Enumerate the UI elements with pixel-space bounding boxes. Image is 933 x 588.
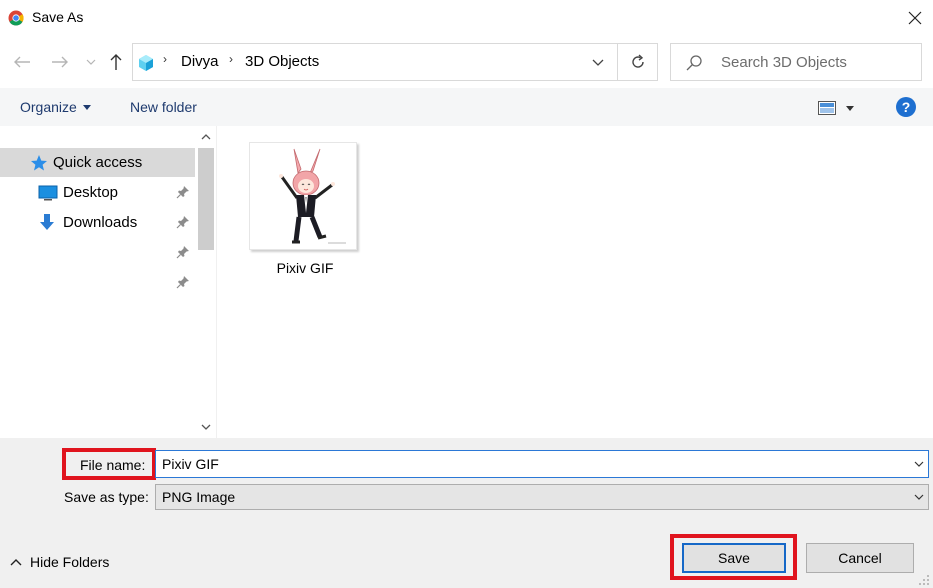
pin-icon[interactable] bbox=[176, 245, 190, 259]
save-as-type-value: PNG Image bbox=[162, 489, 236, 505]
file-name-label: File name: bbox=[80, 457, 146, 473]
address-dropdown-button[interactable] bbox=[581, 44, 615, 80]
organize-label: Organize bbox=[20, 99, 77, 115]
chevron-down-icon bbox=[914, 461, 924, 467]
sidebar-item-label: Quick access bbox=[53, 154, 143, 171]
cancel-button[interactable]: Cancel bbox=[806, 543, 914, 573]
pin-icon[interactable] bbox=[176, 215, 190, 229]
pin-icon[interactable] bbox=[176, 275, 190, 289]
chevron-up-icon bbox=[10, 558, 22, 565]
anime-character-thumbnail bbox=[279, 148, 346, 244]
close-icon bbox=[908, 11, 921, 25]
command-bar: Organize New folder ? bbox=[0, 88, 933, 126]
save-as-type-select[interactable]: PNG Image bbox=[155, 484, 929, 510]
sidebar-item-desktop[interactable]: Desktop bbox=[0, 179, 195, 207]
desktop-icon bbox=[38, 185, 58, 201]
star-icon bbox=[31, 155, 47, 171]
save-button[interactable]: Save bbox=[682, 543, 786, 573]
hide-folders-label: Hide Folders bbox=[30, 554, 110, 570]
arrow-up-icon bbox=[110, 54, 122, 70]
chevron-down-icon bbox=[914, 494, 924, 500]
scroll-down-button[interactable] bbox=[198, 418, 214, 436]
file-name-field[interactable]: Pixiv GIF bbox=[155, 450, 929, 478]
title-bar: Save As bbox=[0, 0, 933, 38]
sidebar-item-quick-access[interactable]: Quick access bbox=[0, 148, 195, 177]
hide-folders-button[interactable]: Hide Folders bbox=[10, 554, 109, 570]
change-view-button[interactable] bbox=[818, 98, 862, 118]
save-options-panel: File name: Pixiv GIF Save as type: PNG I… bbox=[0, 438, 933, 588]
recent-locations-button[interactable] bbox=[82, 50, 100, 74]
chevron-down-icon bbox=[592, 59, 604, 66]
arrow-right-icon bbox=[52, 56, 68, 68]
navigation-pane: Quick access Desktop Downloads bbox=[0, 126, 215, 438]
file-name-label: Pixiv GIF bbox=[276, 260, 334, 276]
forward-button[interactable] bbox=[46, 50, 74, 74]
chevron-up-icon bbox=[201, 134, 211, 140]
sidebar-item-label: Downloads bbox=[63, 214, 138, 231]
file-name-value: Pixiv GIF bbox=[162, 456, 219, 472]
breadcrumb-3d-objects[interactable]: 3D Objects bbox=[245, 53, 319, 70]
window-title: Save As bbox=[32, 9, 84, 25]
caret-down-icon bbox=[846, 105, 854, 111]
address-bar[interactable]: › Divya › 3D Objects bbox=[132, 43, 658, 81]
save-as-type-dropdown-button[interactable] bbox=[910, 488, 928, 506]
up-button[interactable] bbox=[104, 50, 128, 74]
arrow-left-icon bbox=[14, 56, 30, 68]
back-button[interactable] bbox=[8, 50, 36, 74]
scrollbar-thumb[interactable] bbox=[198, 148, 214, 250]
search-input[interactable]: Search 3D Objects bbox=[721, 54, 847, 71]
sidebar-item-label: Desktop bbox=[63, 184, 119, 201]
refresh-button[interactable] bbox=[617, 44, 657, 80]
organize-button[interactable]: Organize bbox=[20, 99, 91, 115]
view-icon bbox=[818, 101, 836, 115]
chevron-down-icon bbox=[86, 59, 96, 65]
download-arrow-icon bbox=[40, 214, 54, 230]
file-name-dropdown-button[interactable] bbox=[910, 455, 928, 473]
breadcrumb-divya[interactable]: Divya bbox=[181, 53, 219, 70]
save-as-type-label: Save as type: bbox=[64, 489, 149, 505]
search-icon bbox=[686, 55, 702, 71]
caret-down-icon bbox=[82, 104, 91, 110]
chevron-down-icon bbox=[201, 424, 211, 430]
sidebar-item-downloads[interactable]: Downloads bbox=[0, 209, 195, 237]
scroll-up-button[interactable] bbox=[198, 128, 214, 146]
3d-objects-icon bbox=[139, 55, 153, 71]
search-box[interactable]: Search 3D Objects bbox=[670, 43, 922, 81]
breadcrumb-separator[interactable]: › bbox=[229, 53, 233, 65]
new-folder-button[interactable]: New folder bbox=[130, 99, 197, 115]
pin-icon[interactable] bbox=[176, 185, 190, 199]
refresh-icon bbox=[631, 54, 644, 68]
resize-grip-icon[interactable] bbox=[918, 574, 930, 586]
chrome-icon bbox=[8, 10, 24, 26]
file-thumbnail bbox=[249, 142, 357, 250]
breadcrumb-separator[interactable]: › bbox=[163, 53, 167, 65]
file-item[interactable]: Pixiv GIF bbox=[247, 140, 363, 280]
help-button[interactable]: ? bbox=[896, 97, 916, 117]
file-list: Pixiv GIF bbox=[216, 126, 933, 438]
close-button[interactable] bbox=[896, 0, 933, 36]
